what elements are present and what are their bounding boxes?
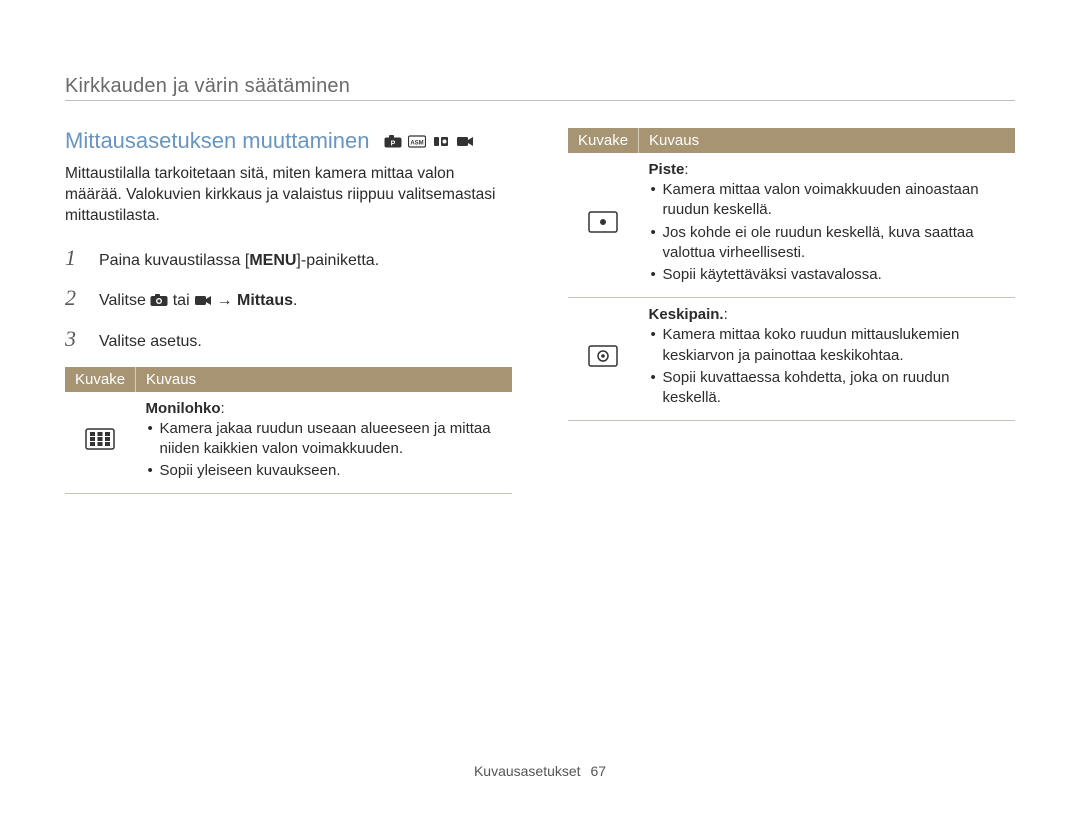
center-weighted-metering-icon xyxy=(568,298,639,421)
page-breadcrumb: Kirkkauden ja värin säätäminen xyxy=(65,75,1080,98)
step-number: 2 xyxy=(65,285,83,311)
camera-icon xyxy=(150,293,168,307)
table-cell-desc: Monilohko Kamera jakaa ruudun useaan alu… xyxy=(136,392,512,494)
row-bullet: Sopii kuvattaessa kohdetta, joka on ruud… xyxy=(649,368,1005,409)
step-text-part: Valitse xyxy=(99,292,150,309)
intro-text: Mittaustilalla tarkoitetaan sitä, miten … xyxy=(65,164,512,227)
row-bullet: Kamera jakaa ruudun useaan alueeseen ja … xyxy=(146,419,502,460)
step-text-part: tai xyxy=(173,292,194,309)
step-number: 3 xyxy=(65,326,83,352)
row-bullet: Sopii yleiseen kuvaukseen. xyxy=(146,461,502,481)
row-title: Piste xyxy=(649,161,1005,178)
menu-keyword: MENU xyxy=(249,252,296,269)
camera-p-mode-icon: P xyxy=(384,134,402,148)
step-text-before: Paina kuvaustilassa [ xyxy=(99,252,249,269)
row-bullet: Kamera mittaa valon voimakkuuden ainoast… xyxy=(649,180,1005,221)
table-header-icon: Kuvake xyxy=(65,367,136,392)
step-3: 3 Valitse asetus. xyxy=(65,326,512,353)
step-text-part: → xyxy=(217,292,237,309)
table-header-desc: Kuvaus xyxy=(136,367,512,392)
spot-metering-icon xyxy=(568,153,639,298)
table-cell-desc: Piste Kamera mittaa valon voimakkuuden a… xyxy=(639,153,1015,298)
mode-icons: P ASM xyxy=(384,134,474,148)
right-table: Kuvake Kuvaus Piste Kamera mittaa valon … xyxy=(568,128,1015,421)
step-text: Paina kuvaustilassa [MENU]-painiketta. xyxy=(99,250,379,272)
footer-section: Kuvausasetukset xyxy=(474,763,581,779)
row-title: Monilohko xyxy=(146,400,502,417)
step-text: Valitse asetus. xyxy=(99,331,202,353)
video-mode-icon xyxy=(456,134,474,148)
table-header-icon: Kuvake xyxy=(568,128,639,153)
row-bullet: Kamera mittaa koko ruudun mittauslukemie… xyxy=(649,325,1005,366)
video-icon xyxy=(194,293,212,307)
step-number: 1 xyxy=(65,245,83,271)
dual-mode-icon xyxy=(432,134,450,148)
row-bullet: Jos kohde ei ole ruudun keskellä, kuva s… xyxy=(649,223,1005,264)
section-title: Mittausasetuksen muuttaminen xyxy=(65,128,370,154)
right-column: Kuvake Kuvaus Piste Kamera mittaa valon … xyxy=(568,128,1015,494)
asm-mode-icon: ASM xyxy=(408,134,426,148)
header-divider xyxy=(65,100,1015,101)
step-2: 2 Valitse tai → Mittaus. xyxy=(65,285,512,312)
steps-list: 1 Paina kuvaustilassa [MENU]-painiketta.… xyxy=(65,245,512,353)
multi-zone-metering-icon xyxy=(65,392,136,494)
left-table: Kuvake Kuvaus Monilohko Kamera jakaa ruu… xyxy=(65,367,512,495)
step-text-part: . xyxy=(293,292,297,309)
table-row: Monilohko Kamera jakaa ruudun useaan alu… xyxy=(65,392,512,494)
table-header-desc: Kuvaus xyxy=(639,128,1015,153)
row-bullet: Sopii käytettäväksi vastavalossa. xyxy=(649,265,1005,285)
step-text: Valitse tai → Mittaus. xyxy=(99,290,297,312)
svg-text:P: P xyxy=(390,141,395,148)
left-column: Mittausasetuksen muuttaminen P ASM Mitta… xyxy=(65,128,512,494)
row-title: Keskipain. xyxy=(649,306,1005,323)
mittaus-keyword: Mittaus xyxy=(237,292,293,309)
step-text-after: ]-painiketta. xyxy=(296,252,379,269)
step-1: 1 Paina kuvaustilassa [MENU]-painiketta. xyxy=(65,245,512,272)
table-row: Piste Kamera mittaa valon voimakkuuden a… xyxy=(568,153,1015,298)
page-footer: Kuvausasetukset 67 xyxy=(0,763,1080,779)
svg-text:ASM: ASM xyxy=(410,141,423,147)
footer-page-number: 67 xyxy=(590,763,606,779)
table-row: Keskipain. Kamera mittaa koko ruudun mit… xyxy=(568,298,1015,421)
section-title-row: Mittausasetuksen muuttaminen P ASM xyxy=(65,128,512,154)
table-cell-desc: Keskipain. Kamera mittaa koko ruudun mit… xyxy=(639,298,1015,421)
